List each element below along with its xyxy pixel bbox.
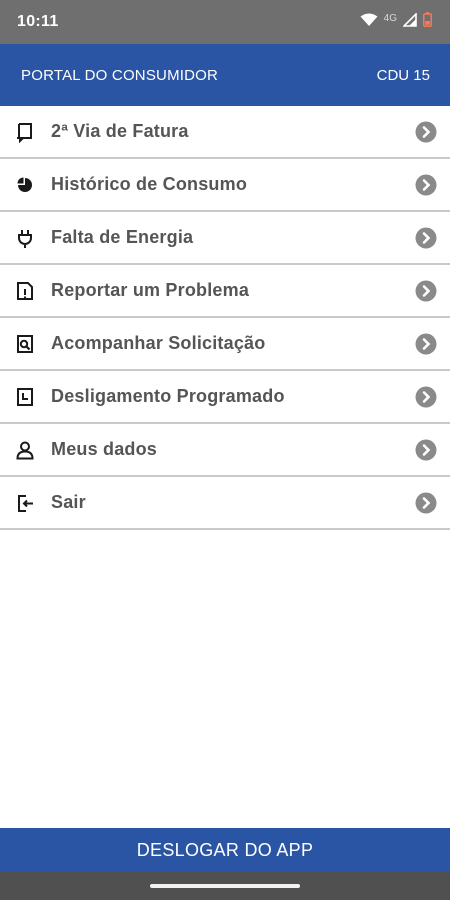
menu-item-exit[interactable]: Sair [0, 477, 450, 530]
app-bar: PORTAL DO CONSUMIDOR CDU 15 [0, 44, 450, 106]
menu-item-power-outage[interactable]: Falta de Energia [0, 212, 450, 265]
battery-icon [423, 12, 432, 32]
chevron-right-icon [414, 385, 438, 409]
menu-item-report-problem[interactable]: Reportar um Problema [0, 265, 450, 318]
menu-item-consumption-history[interactable]: Histórico de Consumo [0, 159, 450, 212]
menu-item-label: Acompanhar Solicitação [51, 333, 266, 353]
menu-item-invoice[interactable]: 2ª Via de Fatura [0, 106, 450, 159]
chevron-right-icon [414, 279, 438, 303]
chevron-right-icon [414, 438, 438, 462]
status-bar: 10:11 4G [0, 0, 450, 44]
clock-icon [12, 384, 38, 410]
report-icon [12, 278, 38, 304]
status-icons: 4G [360, 11, 432, 32]
menu-item-label: Sair [51, 492, 86, 512]
menu-item-label: 2ª Via de Fatura [51, 121, 189, 141]
menu-item-label: Reportar um Problema [51, 280, 250, 300]
chevron-right-icon [414, 491, 438, 515]
network-type: 4G [383, 12, 397, 24]
chevron-right-icon [414, 120, 438, 144]
menu-item-label: Histórico de Consumo [51, 174, 248, 194]
main-menu: 2ª Via de Fatura Histórico de Consumo Fa… [0, 106, 450, 530]
menu-item-scheduled-shutdown[interactable]: Desligamento Programado [0, 371, 450, 424]
menu-item-track-request[interactable]: Acompanhar Solicitação [0, 318, 450, 371]
app-title: PORTAL DO CONSUMIDOR [21, 66, 219, 84]
pie-chart-icon [12, 172, 38, 198]
system-nav-bar [0, 872, 450, 900]
consumer-code: CDU 15 [376, 66, 430, 84]
search-document-icon [12, 331, 38, 357]
user-icon [12, 437, 38, 463]
menu-item-label: Meus dados [51, 439, 158, 459]
menu-item-my-data[interactable]: Meus dados [0, 424, 450, 477]
wifi-icon [360, 13, 378, 32]
logout-button[interactable]: DESLOGAR DO APP [0, 828, 450, 872]
invoice-icon [12, 119, 38, 145]
exit-icon [12, 490, 38, 516]
plug-icon [12, 225, 38, 251]
signal-icon [402, 11, 417, 32]
status-time: 10:11 [17, 13, 59, 30]
chevron-right-icon [414, 332, 438, 356]
chevron-right-icon [414, 173, 438, 197]
chevron-right-icon [414, 226, 438, 250]
menu-item-label: Falta de Energia [51, 227, 194, 247]
menu-item-label: Desligamento Programado [51, 386, 285, 406]
home-gesture-handle[interactable] [150, 884, 300, 888]
